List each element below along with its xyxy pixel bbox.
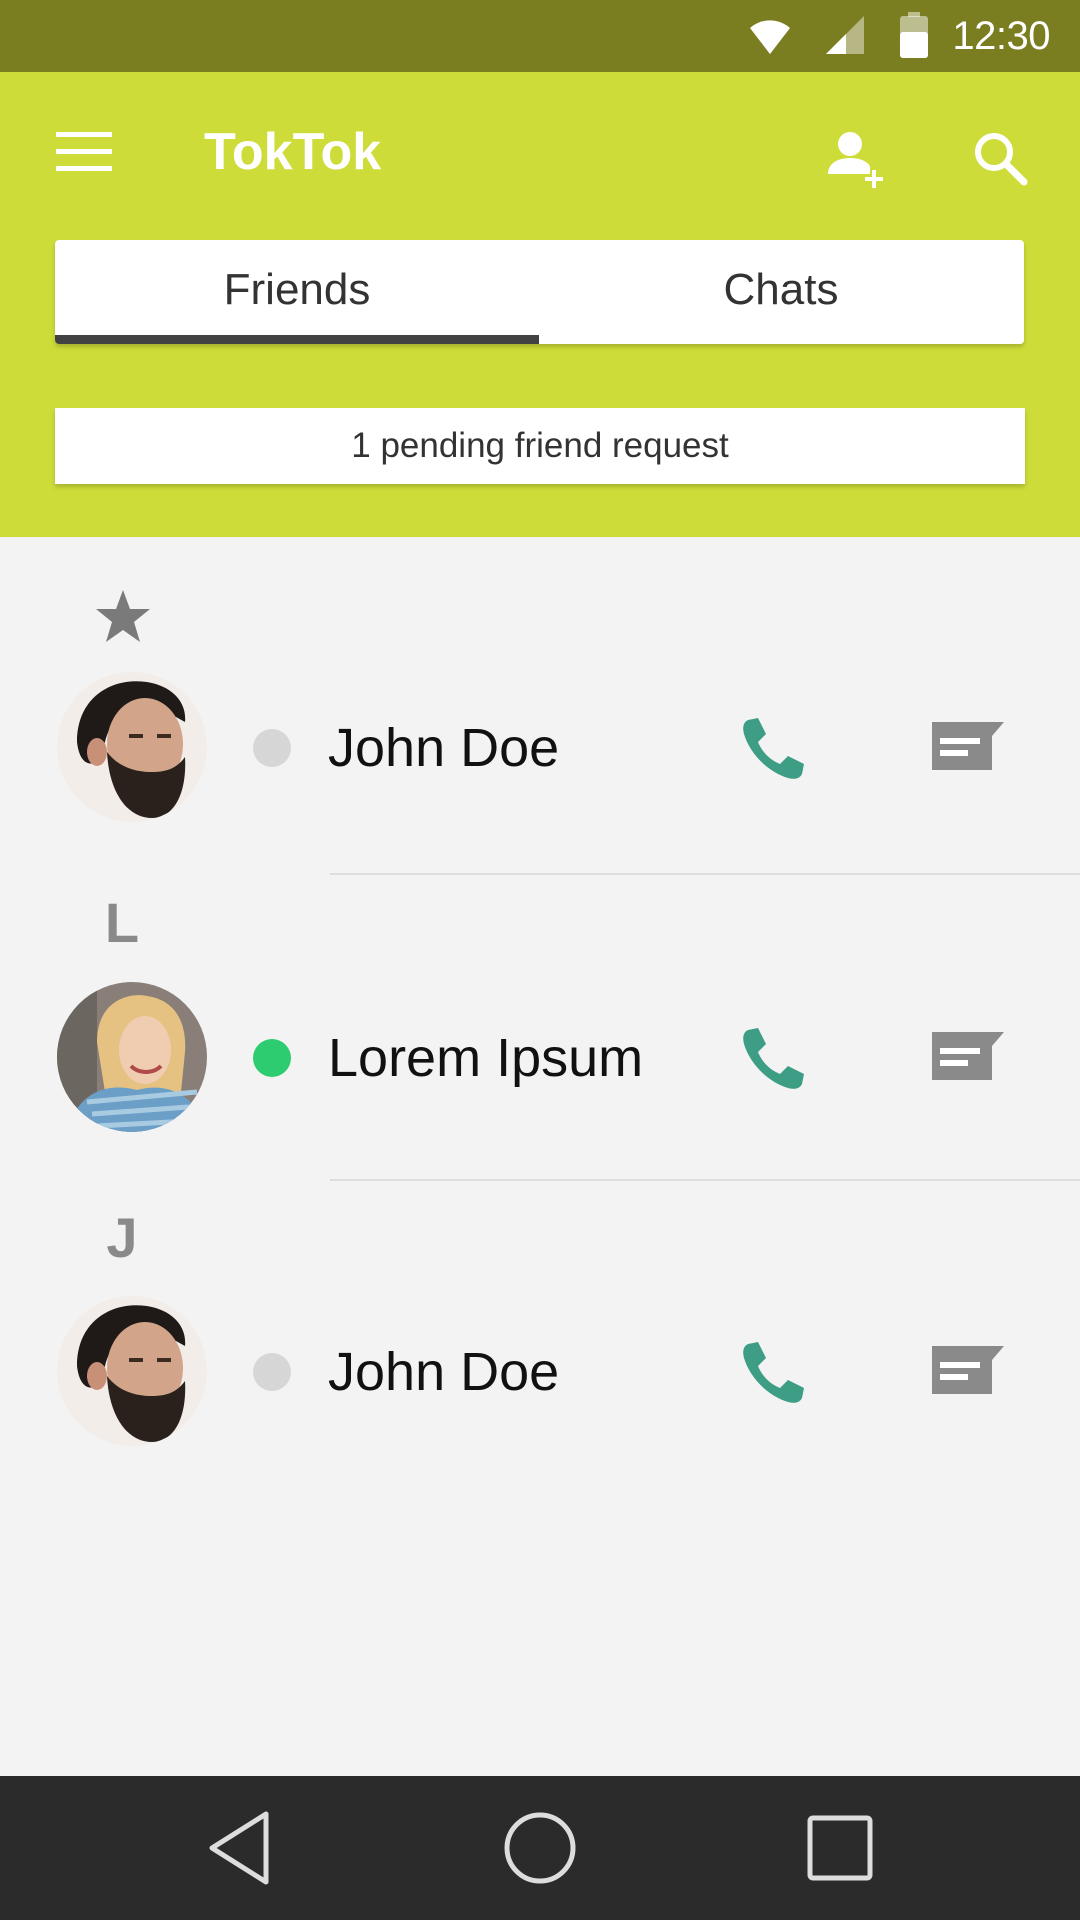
phone-icon[interactable] [738,1336,810,1408]
phone-icon[interactable] [738,1022,810,1094]
app-bar: TokTok Friends Chats 1 pending friend re… [0,72,1080,537]
battery-icon [900,12,928,58]
status-bar: 12:30 [0,0,1080,72]
tab-chats[interactable]: Chats [539,240,1023,344]
contact-row[interactable]: Lorem Ipsum [0,982,1080,1132]
contact-name: Lorem Ipsum [328,1028,644,1088]
presence-indicator [253,1353,291,1391]
recents-icon[interactable] [800,1808,880,1888]
tab-indicator [55,335,539,344]
status-time: 12:30 [952,14,1050,58]
contact-name: John Doe [328,1342,560,1402]
back-icon[interactable] [204,1808,284,1888]
section-header: L [104,891,140,954]
presence-indicator [253,1039,291,1077]
message-icon[interactable] [930,1342,1006,1398]
contact-row[interactable]: John Doe [0,1296,1080,1446]
avatar [57,982,207,1132]
message-icon[interactable] [930,718,1006,774]
pending-friend-request-banner[interactable]: 1 pending friend request [55,408,1025,484]
divider [330,873,1080,875]
presence-indicator [253,729,291,767]
add-user-icon[interactable] [824,126,888,190]
home-icon[interactable] [500,1808,580,1888]
app-title: TokTok [204,123,382,181]
tab-bar: Friends Chats [55,240,1024,344]
search-icon[interactable] [970,128,1030,188]
avatar [57,1296,207,1446]
contact-row[interactable]: John Doe [0,672,1080,822]
section-header: J [106,1206,138,1269]
message-icon[interactable] [930,1028,1006,1084]
screen: 12:30 TokTok Friends Chats 1 pending fri… [0,0,1080,1920]
cellular-signal-icon [826,16,864,54]
wifi-icon [750,20,790,54]
phone-icon[interactable] [738,712,810,784]
navigation-bar [0,1776,1080,1920]
menu-icon[interactable] [56,132,112,176]
contact-name: John Doe [328,718,560,778]
tab-friends[interactable]: Friends [55,240,539,344]
star-icon [96,590,150,642]
divider [330,1179,1080,1181]
avatar [57,672,207,822]
